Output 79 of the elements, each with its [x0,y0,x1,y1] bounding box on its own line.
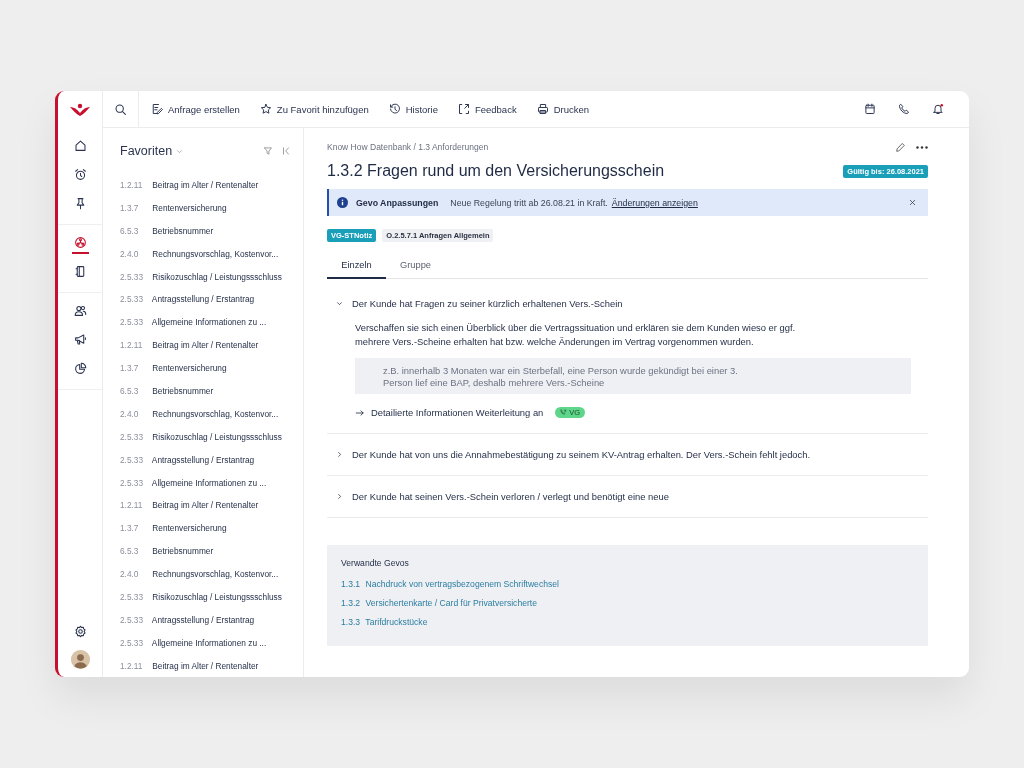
related-link[interactable]: 1.3.1 Nachdruck von vertragsbezogenem Schriftwechsel [341,579,559,589]
chevron-right-icon [335,450,344,459]
printer-icon [536,103,549,115]
toolbar-icon-button[interactable] [864,103,876,115]
pie-chart-icon [73,362,87,375]
favorite-item[interactable]: 6.5.3 Betriebsnummer [120,219,299,243]
favorite-item[interactable]: 2.4.0 Rechnungsvorschlag, Kostenvor... [120,402,299,426]
favorites-dropdown[interactable]: Favoriten [120,144,185,158]
document-pen-icon [151,103,163,115]
notice-title: Gevo Anpassungen [356,197,439,208]
toolbar-button[interactable]: Historie [388,103,438,115]
square-arrow-icon [457,103,470,115]
favorite-item[interactable]: 1.2.11 Beitrag im Alter / Rentenalter [120,174,299,197]
favorite-item[interactable]: 6.5.3 Betriebsnummer [120,540,299,564]
toolbar-button[interactable]: Anfrage erstellen [151,103,240,115]
example-box: z.B. innerhalb 3 Monaten war ein Sterbefall, eine Person wurde gekündigt bei einer 3. Person lief eine BAP, deshalb mehrere Vers.-Scheine [355,358,911,394]
rail-button[interactable] [71,234,89,254]
close-icon [908,198,917,207]
favorite-item[interactable]: 6.5.3 Betriebsnummer [120,380,299,403]
collapse-left-icon [281,146,291,156]
info-icon [337,197,348,208]
alarm-clock-icon [73,168,87,181]
home-icon [73,139,87,152]
favorite-item[interactable]: 1.2.11 Beitrag im Alter / Rentenalter [120,334,299,358]
avatar-icon[interactable] [70,650,90,669]
question-header[interactable]: Der Kunde hat seinen Vers.-Schein verloren / verlegt und benötigt eine neue [327,476,928,517]
chevron-right-icon [335,492,344,501]
notice-link[interactable]: Änderungen anzeigen [611,197,698,208]
favorite-item[interactable]: 2.5.33 Risikozuschlag / Leistungssschluss [120,586,299,609]
arrow-right-icon [355,407,365,418]
calendar-icon [864,103,876,115]
book-icon [73,265,87,278]
answer-text: Verschaffen sie sich einen Überblick über die Vertragssituation und erklären sie dem Kunden wieso er ggf. mehrere Vers.-Scheine erhalten hat bzw. welche Änderungen im Vertrag vorgenommen wurden. [355,321,797,349]
bell-icon [932,103,944,115]
filter-icon [263,146,273,156]
related-title: Verwandte Gevos [341,558,410,568]
breadcrumb: Know How Datenbank / 1.3 Anforderungen [327,142,489,152]
star-icon [259,103,272,115]
favorite-item[interactable]: 1.3.7 Rentenversicherung [120,357,299,380]
toolbar-button[interactable]: Zu Favorit hinzufügen [259,103,369,115]
favorite-item[interactable]: 2.5.33 Allgemeine Informationen zu ... [120,631,299,655]
more-icon[interactable] [916,145,928,149]
favorite-item[interactable]: 2.4.0 Rechnungsvorschlag, Kostenvor... [120,242,299,266]
toolbar-icon-button[interactable] [932,103,944,115]
related-link[interactable]: 1.3.3 Tarifdruckstücke [341,617,428,627]
favorite-item[interactable]: 1.2.11 Beitrag im Alter / Rentenalter [120,494,299,518]
favorite-item[interactable]: 2.5.33 Risikozuschlag / Leistungssschluss [120,425,299,449]
clock-icon [388,103,401,115]
favorite-item[interactable]: 1.2.11 Beitrag im Alter / Rentenalter [120,654,299,677]
close-button[interactable] [908,198,917,207]
edit-button[interactable] [895,141,906,153]
question-header[interactable]: Der Kunde hat von uns die Annahmebestätigung zu seinem KV-Antrag erhalten. Der Vers.-Schein fehlt jedoch. [327,434,928,475]
toolbar-icon-button[interactable] [898,103,910,115]
search-icon [114,102,127,116]
favorite-item[interactable]: 2.5.33 Antragsstellung / Erstantrag [120,288,299,312]
tab[interactable]: Gruppe [386,252,445,279]
related-link[interactable]: 1.3.2 Versichertenkarte / Card für Privatversicherte [341,598,537,608]
phone-icon [898,103,910,115]
favorite-item[interactable]: 2.5.33 Antragsstellung / Erstantrag [120,448,299,472]
favorite-item[interactable]: 2.5.33 Allgemeine Informationen zu ... [120,311,299,335]
favorite-item[interactable]: 2.4.0 Rechnungsvorschlag, Kostenvor... [120,563,299,587]
logo-icon [69,102,91,117]
toolbar-button[interactable]: Drucken [536,103,590,115]
favorite-item[interactable]: 2.5.33 Risikozuschlag / Leistungssschluss [120,265,299,289]
forward-text: Detailierte Informationen Weiterleitung an [371,407,544,418]
megaphone-icon [73,333,87,346]
tab[interactable]: Einzeln [327,252,386,279]
favorite-item[interactable]: 1.3.7 Rentenversicherung [120,196,299,220]
settings-icon [73,625,87,638]
users-icon [73,304,87,317]
page-title: 1.3.2 Fragen rund um den Versicherungsschein [327,162,665,180]
toolbar-button[interactable]: Feedback [457,103,517,115]
pencil-icon [895,141,906,153]
network-icon [73,236,87,249]
favorite-item[interactable]: 1.3.7 Rentenversicherung [120,517,299,541]
notice-text: Neue Regelung tritt ab 26.08.21 in Kraft. [450,197,608,208]
phone-icon [560,409,568,416]
favorite-item[interactable]: 2.5.33 Allgemeine Informationen zu ... [120,471,299,495]
favorite-item[interactable]: 2.5.33 Antragsstellung / Erstantrag [120,608,299,632]
